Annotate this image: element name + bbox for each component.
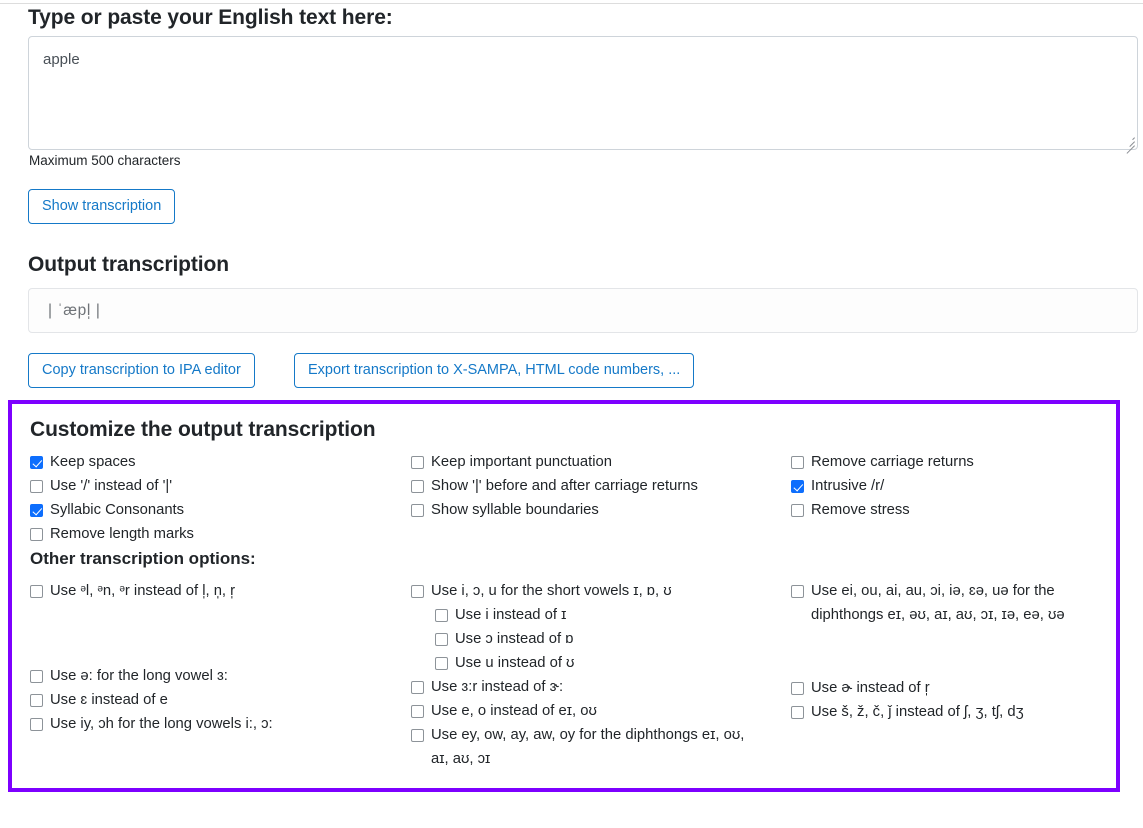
other-option-row[interactable]: Use u instead of ʊ — [435, 652, 751, 676]
customize-option-label: Syllabic Consonants — [50, 501, 185, 518]
customize-option-checkbox[interactable] — [30, 456, 43, 469]
other-options-grid: Use ᵊl, ᵊn, ᵊr instead of l̩, n̩, r̩ Use … — [30, 580, 1098, 780]
customize-panel: Customize the output transcription Keep … — [8, 400, 1120, 792]
copy-transcription-button[interactable]: Copy transcription to IPA editor — [28, 353, 255, 388]
customize-option-checkbox[interactable] — [791, 503, 804, 517]
other-option-checkbox[interactable] — [435, 608, 448, 622]
customize-option-label: Keep spaces — [50, 454, 136, 470]
customize-options-column-2: Keep important punctuation Show '|' befor… — [411, 451, 698, 523]
other-options-column-3: Use ei, ou, ai, au, ɔi, iə, ɛə, uə for t… — [791, 580, 1087, 725]
show-transcription-button[interactable]: Show transcription — [28, 189, 176, 224]
customize-option-label: Use '/' instead of '|' — [50, 477, 173, 494]
customize-option-checkbox[interactable] — [791, 456, 804, 469]
other-option-checkbox[interactable] — [30, 693, 43, 707]
other-option-label: Use iy, ɔh for the long vowels i:, ɔ: — [50, 715, 273, 732]
other-option-label: Use i, ɔ, u for the short vowels ɪ, ɒ, ʊ — [431, 583, 672, 599]
other-option-row[interactable]: Use ɔ instead of ɒ — [435, 628, 751, 652]
other-option-row[interactable]: Use ɜ:r instead of ɝ: — [411, 676, 751, 700]
max-characters-hint: Maximum 500 characters — [29, 153, 181, 168]
output-transcription-field[interactable]: | ˈæpl̩ | — [28, 288, 1138, 333]
customize-option-row[interactable]: Intrusive /r/ — [791, 475, 974, 499]
customize-option-row[interactable]: Show syllable boundaries — [411, 499, 698, 523]
other-option-row[interactable]: Use iy, ɔh for the long vowels i:, ɔ: — [30, 713, 326, 737]
other-option-checkbox[interactable] — [411, 704, 424, 718]
customize-option-checkbox[interactable] — [30, 479, 43, 493]
other-option-checkbox[interactable] — [791, 705, 804, 719]
top-divider — [0, 3, 1143, 4]
other-option-row[interactable]: Use ɚ instead of r̩ — [791, 677, 1087, 701]
page-root: Type or paste your English text here: Ma… — [0, 0, 1143, 828]
other-option-checkbox[interactable] — [411, 728, 424, 742]
english-text-input[interactable] — [28, 36, 1138, 150]
customize-option-row[interactable]: Show '|' before and after carriage retur… — [411, 475, 698, 499]
customize-option-row[interactable]: Remove stress — [791, 499, 974, 523]
other-option-checkbox[interactable] — [411, 585, 424, 598]
customize-option-checkbox[interactable] — [411, 503, 424, 517]
other-option-row[interactable]: Use i, ɔ, u for the short vowels ɪ, ɒ, ʊ — [411, 580, 751, 604]
other-option-label: Use ɔ instead of ɒ — [455, 630, 574, 647]
other-option-row[interactable]: Use ᵊl, ᵊn, ᵊr instead of l̩, n̩, r̩ — [30, 580, 326, 604]
customize-option-checkbox[interactable] — [411, 456, 424, 469]
other-option-row[interactable]: Use ə: for the long vowel ɜ: — [30, 665, 326, 689]
customize-option-checkbox[interactable] — [30, 527, 43, 541]
other-option-label: Use ei, ou, ai, au, ɔi, iə, ɛə, uə for t… — [811, 583, 1065, 623]
other-option-label: Use š, ž, č, ǰ instead of ʃ, ʒ, tʃ, dʒ — [811, 703, 1024, 720]
customize-option-label: Remove carriage returns — [811, 454, 974, 470]
other-option-checkbox[interactable] — [791, 585, 804, 598]
customize-option-checkbox[interactable] — [791, 479, 804, 493]
export-transcription-button[interactable]: Export transcription to X-SAMPA, HTML co… — [294, 353, 695, 388]
customize-option-label: Remove length marks — [50, 525, 194, 542]
customize-option-label: Remove stress — [811, 501, 910, 518]
output-transcription-value: | ˈæpl̩ | — [48, 301, 101, 319]
other-option-label: Use i instead of ɪ — [455, 606, 567, 623]
other-options-column-1: Use ᵊl, ᵊn, ᵊr instead of l̩, n̩, r̩ Use … — [30, 580, 326, 737]
output-heading: Output transcription — [28, 253, 229, 276]
other-option-label: Use ey, ow, ay, aw, oy for the diphthong… — [431, 726, 745, 767]
other-option-row[interactable]: Use e, o instead of eɪ, oʊ — [411, 700, 751, 724]
other-option-label: Use e, o instead of eɪ, oʊ — [431, 702, 597, 719]
customize-option-label: Show syllable boundaries — [431, 501, 599, 518]
input-heading: Type or paste your English text here: — [28, 6, 393, 29]
customize-options-column-3: Remove carriage returns Intrusive /r/Remo… — [791, 451, 974, 523]
customize-heading: Customize the output transcription — [30, 418, 376, 441]
other-options-heading: Other transcription options: — [30, 549, 256, 568]
customize-option-checkbox[interactable] — [30, 503, 43, 517]
other-option-checkbox[interactable] — [30, 717, 43, 731]
customize-option-label: Intrusive /r/ — [811, 477, 885, 494]
other-options-column-2: Use i, ɔ, u for the short vowels ɪ, ɒ, ʊ… — [411, 580, 751, 772]
customize-option-row[interactable]: Syllabic Consonants — [30, 499, 194, 523]
other-option-checkbox[interactable] — [411, 680, 424, 694]
other-option-checkbox[interactable] — [30, 669, 43, 683]
customize-options-grid: Keep spaces Use '/' instead of '|' Syllabi… — [30, 451, 1098, 549]
other-option-checkbox[interactable] — [30, 585, 43, 598]
customize-option-checkbox[interactable] — [411, 479, 424, 493]
other-option-row[interactable]: Use ei, ou, ai, au, ɔi, iə, ɛə, uə for t… — [791, 580, 1087, 628]
other-option-label: Use ᵊl, ᵊn, ᵊr instead of l̩, n̩, r̩ — [50, 583, 236, 599]
customize-option-row[interactable]: Keep important punctuation — [411, 451, 698, 475]
other-option-row[interactable]: Use i instead of ɪ — [435, 604, 751, 628]
other-option-label: Use ə: for the long vowel ɜ: — [50, 667, 228, 684]
other-option-row[interactable]: Use š, ž, č, ǰ instead of ʃ, ʒ, tʃ, dʒ — [791, 701, 1087, 725]
customize-option-row[interactable]: Keep spaces — [30, 451, 194, 475]
input-textarea-wrapper — [28, 36, 1138, 154]
customize-option-row[interactable]: Remove length marks — [30, 523, 194, 547]
other-option-checkbox[interactable] — [435, 632, 448, 646]
customize-option-label: Keep important punctuation — [431, 454, 612, 470]
other-option-row[interactable]: Use ey, ow, ay, aw, oy for the diphthong… — [411, 724, 751, 772]
other-option-label: Use ɛ instead of e — [50, 691, 168, 708]
other-option-checkbox[interactable] — [435, 656, 448, 670]
other-option-row[interactable]: Use ɛ instead of e — [30, 689, 326, 713]
customize-option-row[interactable]: Use '/' instead of '|' — [30, 475, 194, 499]
customize-options-column-1: Keep spaces Use '/' instead of '|' Syllabi… — [30, 451, 194, 547]
other-option-label: Use ɜ:r instead of ɝ: — [431, 678, 564, 695]
other-option-label: Use ɚ instead of r̩ — [811, 679, 930, 696]
other-option-checkbox[interactable] — [791, 681, 804, 695]
customize-option-label: Show '|' before and after carriage retur… — [431, 477, 698, 494]
other-option-label: Use u instead of ʊ — [455, 654, 575, 671]
customize-option-row[interactable]: Remove carriage returns — [791, 451, 974, 475]
